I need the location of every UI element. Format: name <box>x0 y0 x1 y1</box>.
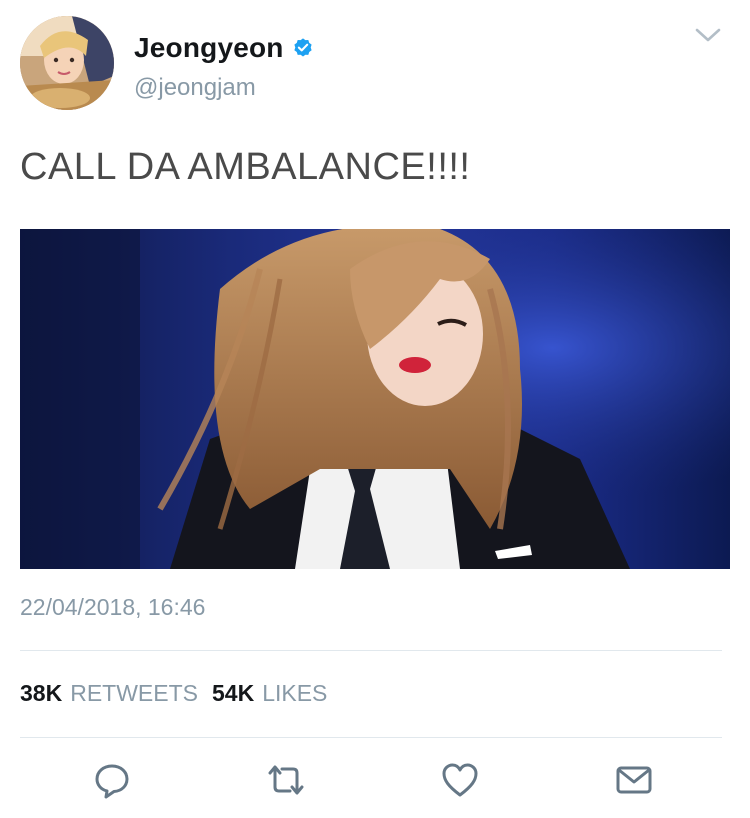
author-name-row[interactable]: Jeongyeon <box>134 32 314 64</box>
divider <box>20 737 722 738</box>
avatar-image <box>20 16 114 110</box>
retweets-count: 38K <box>20 680 63 706</box>
retweets-label: RETWEETS <box>70 680 198 706</box>
share-button[interactable] <box>614 760 654 800</box>
tweet-media-photo[interactable] <box>20 229 730 569</box>
divider <box>20 650 722 651</box>
author-display-name[interactable]: Jeongyeon <box>134 32 284 64</box>
photo-content <box>20 229 730 569</box>
tweet-actions <box>0 760 750 806</box>
author-avatar[interactable] <box>20 16 114 110</box>
tweet-stats: 38K RETWEETS 54K LIKES <box>20 680 327 707</box>
retweet-icon <box>268 765 304 795</box>
likes-label: LIKES <box>262 680 328 706</box>
reply-button[interactable] <box>92 760 132 800</box>
retweet-button[interactable] <box>266 760 306 800</box>
like-button[interactable] <box>440 760 480 800</box>
chevron-down-icon[interactable] <box>694 26 722 44</box>
likes-stat[interactable]: 54K LIKES <box>212 680 327 707</box>
author-handle[interactable]: @jeongjam <box>134 74 256 102</box>
verified-badge-icon <box>293 38 312 57</box>
likes-count: 54K <box>211 680 255 706</box>
retweets-stat[interactable]: 38K RETWEETS <box>20 680 198 707</box>
heart-icon <box>442 763 478 797</box>
envelope-icon <box>616 766 652 794</box>
tweet-timestamp: 22/04/2018, 16:46 <box>20 594 206 620</box>
reply-icon <box>95 764 129 799</box>
tweet-text: CALL DA AMBALANCE!!!! <box>20 146 471 188</box>
